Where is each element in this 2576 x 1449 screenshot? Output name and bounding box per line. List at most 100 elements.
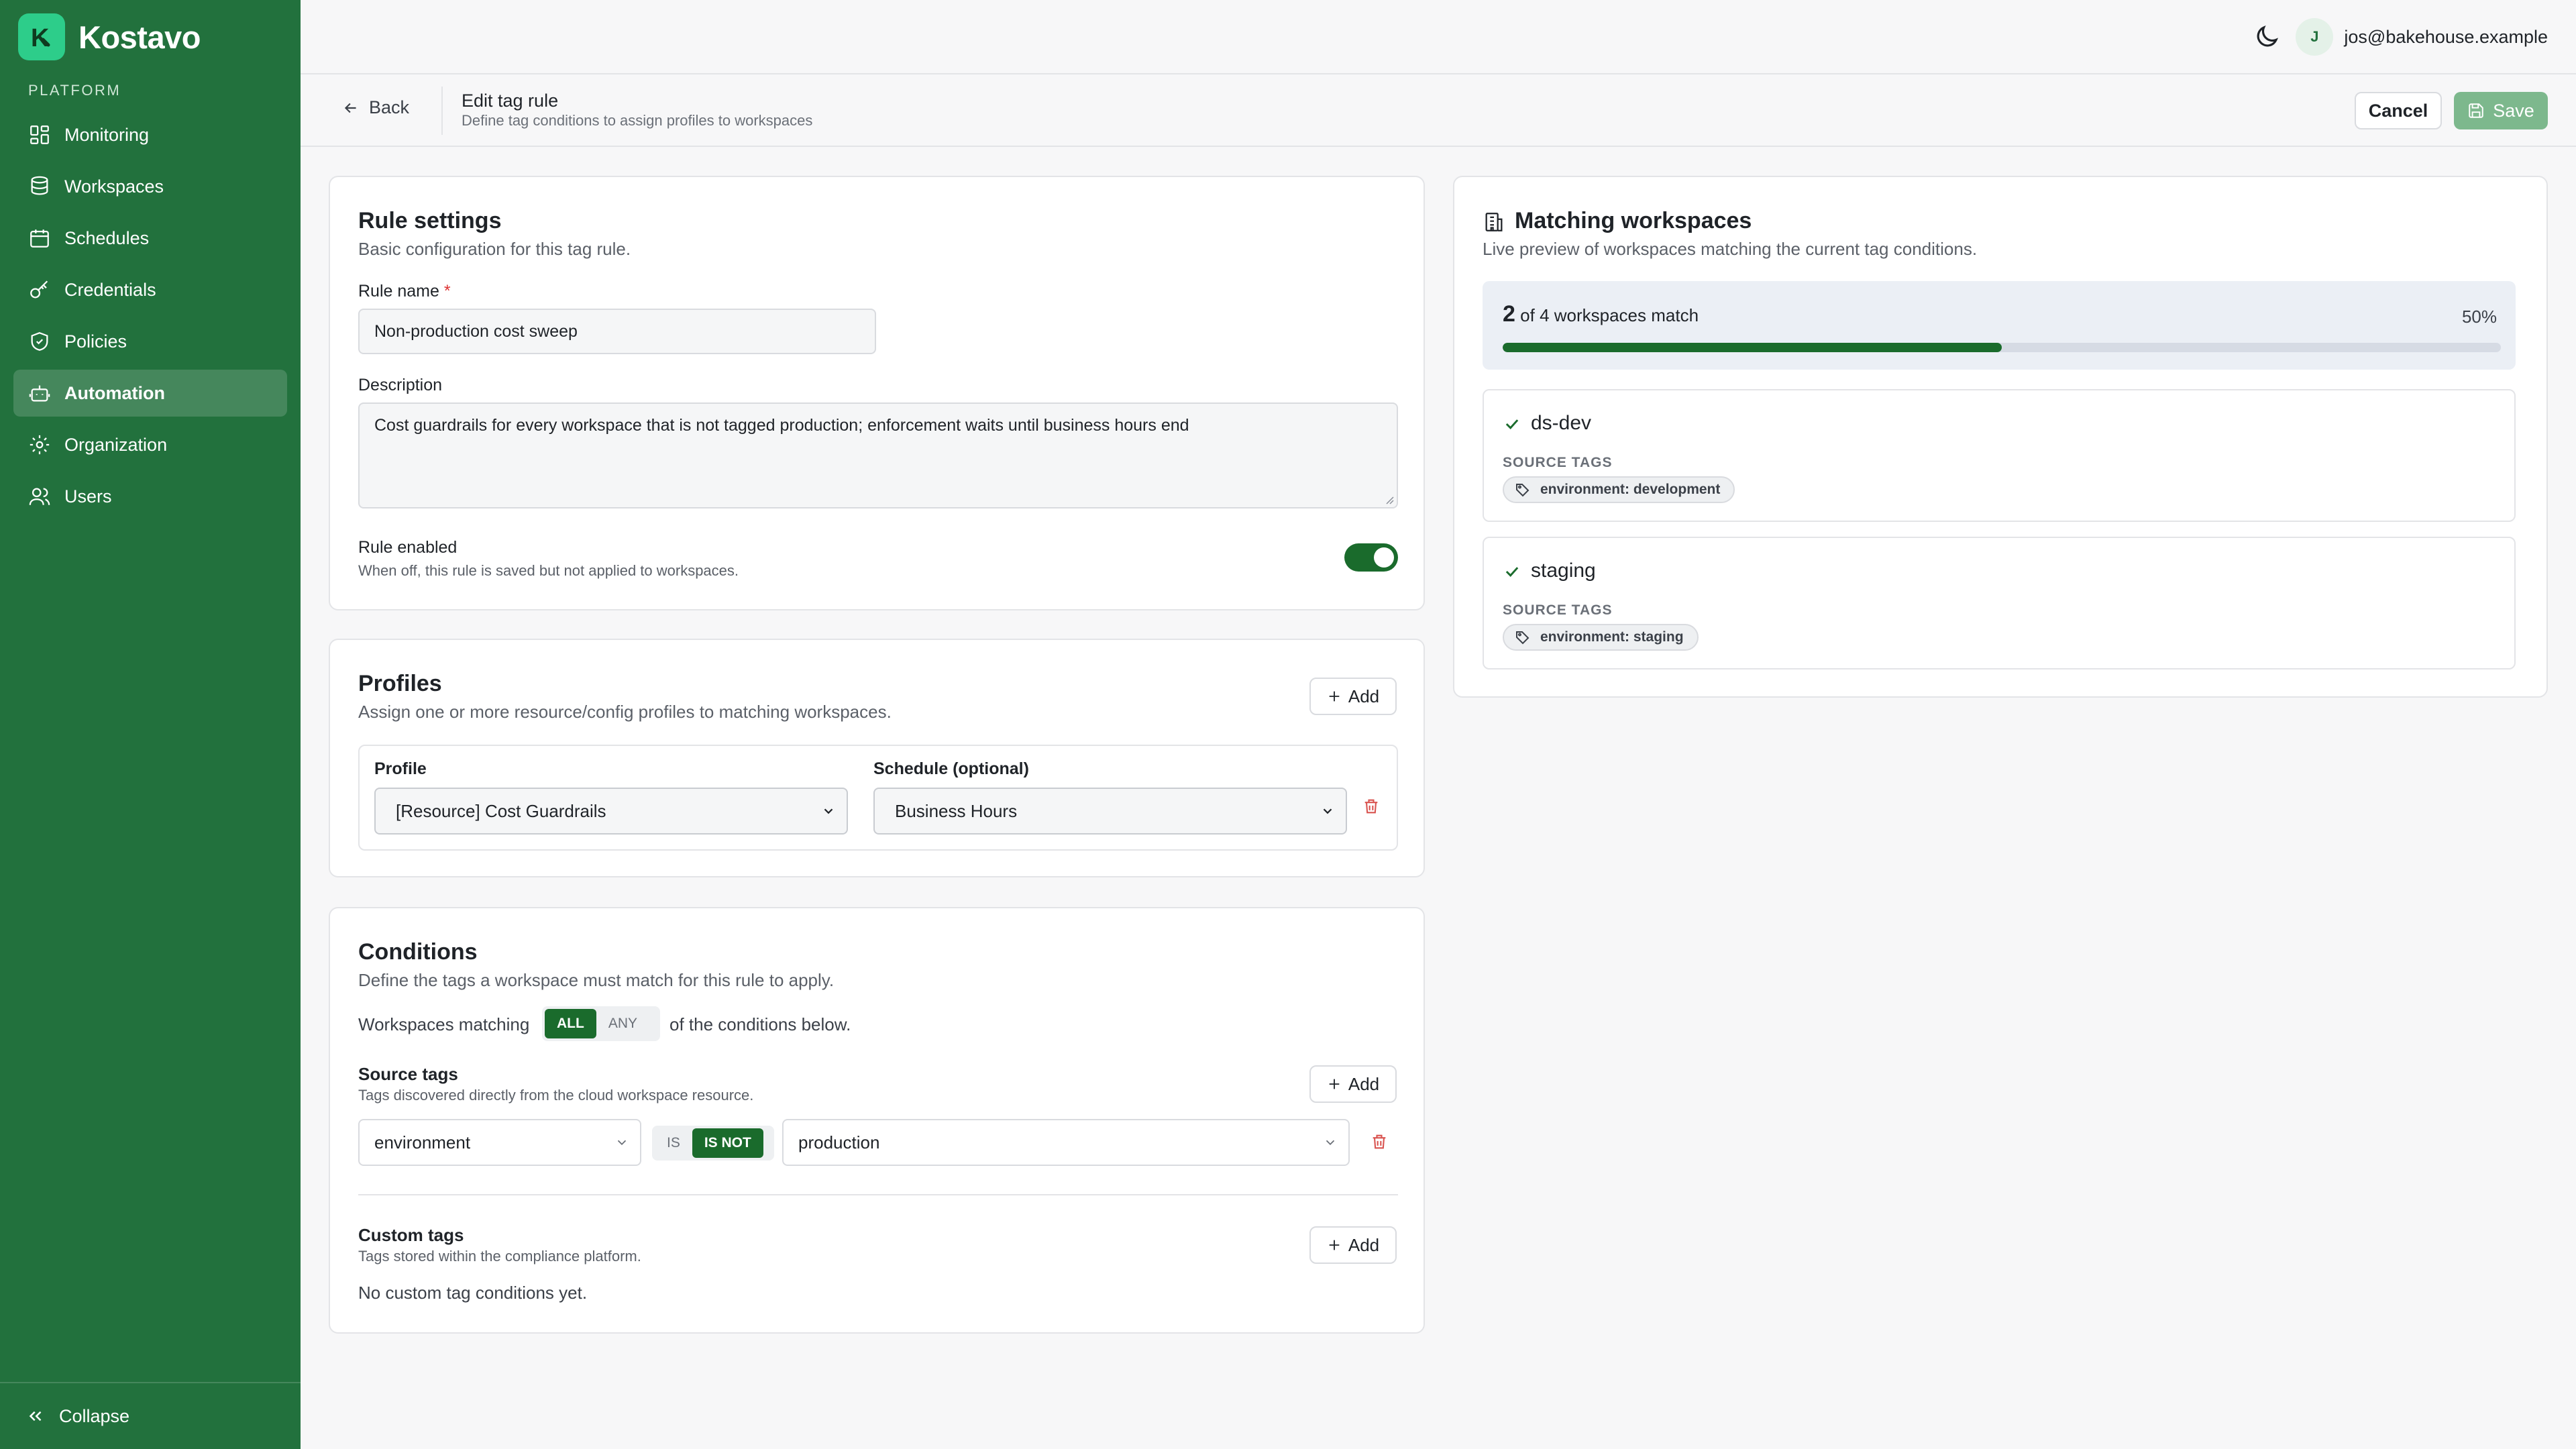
schedule-select[interactable]: Business Hours <box>873 788 1347 835</box>
match-progress-fill <box>1503 343 2002 352</box>
delete-condition-trash-icon[interactable] <box>1370 1132 1389 1151</box>
required-mark: * <box>443 282 451 301</box>
back-label: Back <box>369 97 410 117</box>
building-icon <box>1485 213 1503 231</box>
source-tags-label: SOURCE TAGS <box>1503 602 1613 618</box>
users-icon <box>29 488 50 505</box>
match-count-suffix: of 4 workspaces match <box>1520 305 1699 325</box>
rule-enabled-hint: When off, this rule is saved but not app… <box>358 562 739 579</box>
sidebar-item-label: Automation <box>64 382 165 403</box>
theme-toggle-button[interactable] <box>2253 23 2281 51</box>
section-divider <box>358 1194 1398 1195</box>
sidebar-item-workspaces[interactable]: Workspaces <box>13 163 287 210</box>
match-all-option[interactable]: ALL <box>545 1009 596 1038</box>
workspace-name: ds-dev <box>1531 412 1592 434</box>
plus-icon <box>1329 1079 1340 1089</box>
matching-workspaces-card: Matching workspaces Live preview of work… <box>1453 176 2548 698</box>
sidebar-item-monitoring[interactable]: Monitoring <box>13 111 287 158</box>
save-button[interactable]: Save <box>2454 92 2548 129</box>
custom-tags-empty: No custom tag conditions yet. <box>358 1283 588 1303</box>
sidebar-item-schedules[interactable]: Schedules <box>13 215 287 262</box>
source-tags-hint: Tags discovered directly from the cloud … <box>358 1087 754 1104</box>
source-tag-key-value: environment <box>374 1132 471 1152</box>
rule-enabled-toggle[interactable] <box>1344 543 1398 572</box>
profiles-subtitle: Assign one or more resource/config profi… <box>358 702 892 722</box>
matching-subtitle: Live preview of workspaces matching the … <box>1483 239 1978 259</box>
chevrons-left-icon <box>29 1411 42 1421</box>
key-icon <box>30 280 48 299</box>
delete-profile-trash-icon[interactable] <box>1362 797 1381 816</box>
cancel-button[interactable]: Cancel <box>2355 92 2442 129</box>
user-menu[interactable]: J jos@bakehouse.example <box>2296 17 2548 56</box>
workspace-card[interactable]: staging SOURCE TAGS environment: staging <box>1483 537 2516 669</box>
source-tag-value-select[interactable]: production <box>782 1119 1350 1166</box>
check-icon <box>1505 419 1519 429</box>
plus-icon <box>1329 691 1340 702</box>
sidebar-item-label: Policies <box>64 331 127 352</box>
moon-icon <box>2257 25 2278 47</box>
tag-text: environment: development <box>1540 482 1721 497</box>
match-progress-bar <box>1503 343 2501 352</box>
plus-icon <box>1329 1240 1340 1250</box>
brand-logo-icon: K <box>31 24 50 52</box>
tag-icon <box>1516 484 1529 497</box>
gear-icon <box>30 435 50 455</box>
profiles-card: Profiles Assign one or more resource/con… <box>329 639 1425 877</box>
tag-pill: environment: development <box>1503 476 1735 503</box>
rule-name-input[interactable]: Non-production cost sweep <box>358 309 876 354</box>
rule-settings-card: Rule settings Basic configuration for th… <box>329 176 1425 610</box>
collapse-button[interactable]: Collapse <box>0 1382 301 1449</box>
sidebar-item-automation[interactable]: Automation <box>13 370 287 417</box>
match-summary: 2 of 4 workspaces match 50% <box>1483 281 2516 370</box>
sidebar-item-label: Credentials <box>64 279 156 300</box>
nav-section-label: PLATFORM <box>28 82 121 99</box>
sidebar-item-organization[interactable]: Organization <box>13 421 287 468</box>
conditions-subtitle: Define the tags a workspace must match f… <box>358 970 835 990</box>
brand[interactable]: K Kostavo <box>18 13 201 60</box>
operator-is-not-option[interactable]: IS NOT <box>692 1128 763 1158</box>
sidebar-item-users[interactable]: Users <box>13 473 287 520</box>
chevron-down-icon <box>1326 1140 1335 1146</box>
description-textarea[interactable]: Cost guardrails for every workspace that… <box>358 402 1398 508</box>
match-count-number: 2 <box>1503 301 1515 327</box>
custom-tags-hint: Tags stored within the compliance platfo… <box>358 1248 641 1265</box>
sidebar-item-policies[interactable]: Policies <box>13 318 287 365</box>
profile-row: Profile Schedule (optional) [Resource] C… <box>358 745 1398 851</box>
sidebar-item-label: Workspaces <box>64 176 164 197</box>
page-title: Edit tag rule <box>462 91 559 111</box>
match-any-option[interactable]: ANY <box>596 1009 649 1038</box>
profile-select-value: [Resource] Cost Guardrails <box>396 800 606 821</box>
operator-is-option[interactable]: IS <box>655 1128 692 1158</box>
source-tag-value: production <box>798 1132 880 1152</box>
bot-icon <box>29 385 50 402</box>
sidebar-item-credentials[interactable]: Credentials <box>13 266 287 313</box>
add-custom-tag-button[interactable]: Add <box>1309 1226 1397 1264</box>
matching-prefix: Workspaces matching <box>358 1014 530 1034</box>
calendar-icon <box>30 229 49 248</box>
matching-title: Matching workspaces <box>1515 208 1752 233</box>
profile-select[interactable]: [Resource] Cost Guardrails <box>374 788 848 835</box>
resize-grip-icon[interactable] <box>1383 494 1394 504</box>
workspace-card[interactable]: ds-dev SOURCE TAGS environment: developm… <box>1483 389 2516 522</box>
brand-name: Kostavo <box>78 19 201 55</box>
custom-tags-title: Custom tags <box>358 1225 464 1245</box>
chevron-down-icon <box>1323 808 1332 814</box>
check-icon <box>1505 567 1519 577</box>
source-tags-label: SOURCE TAGS <box>1503 455 1613 470</box>
workspace-name: staging <box>1531 559 1596 582</box>
avatar: J <box>2296 18 2334 56</box>
add-label: Add <box>1348 1073 1380 1094</box>
description-label: Description <box>358 376 443 394</box>
schedule-select-value: Business Hours <box>895 800 1018 821</box>
profiles-title: Profiles <box>358 671 442 696</box>
sidebar-item-label: Organization <box>64 434 168 455</box>
profile-label: Profile <box>374 759 427 778</box>
rule-enabled-label: Rule enabled <box>358 538 458 557</box>
back-button[interactable]: Back <box>342 97 409 118</box>
page-header: Back Edit tag rule Define tag conditions… <box>301 74 2576 147</box>
add-source-tag-button[interactable]: Add <box>1309 1065 1397 1103</box>
add-profile-button[interactable]: Add <box>1309 678 1397 715</box>
header-divider <box>441 87 443 135</box>
source-tag-key-select[interactable]: environment <box>358 1119 641 1166</box>
description-text: Cost guardrails for every workspace that… <box>374 416 1189 435</box>
